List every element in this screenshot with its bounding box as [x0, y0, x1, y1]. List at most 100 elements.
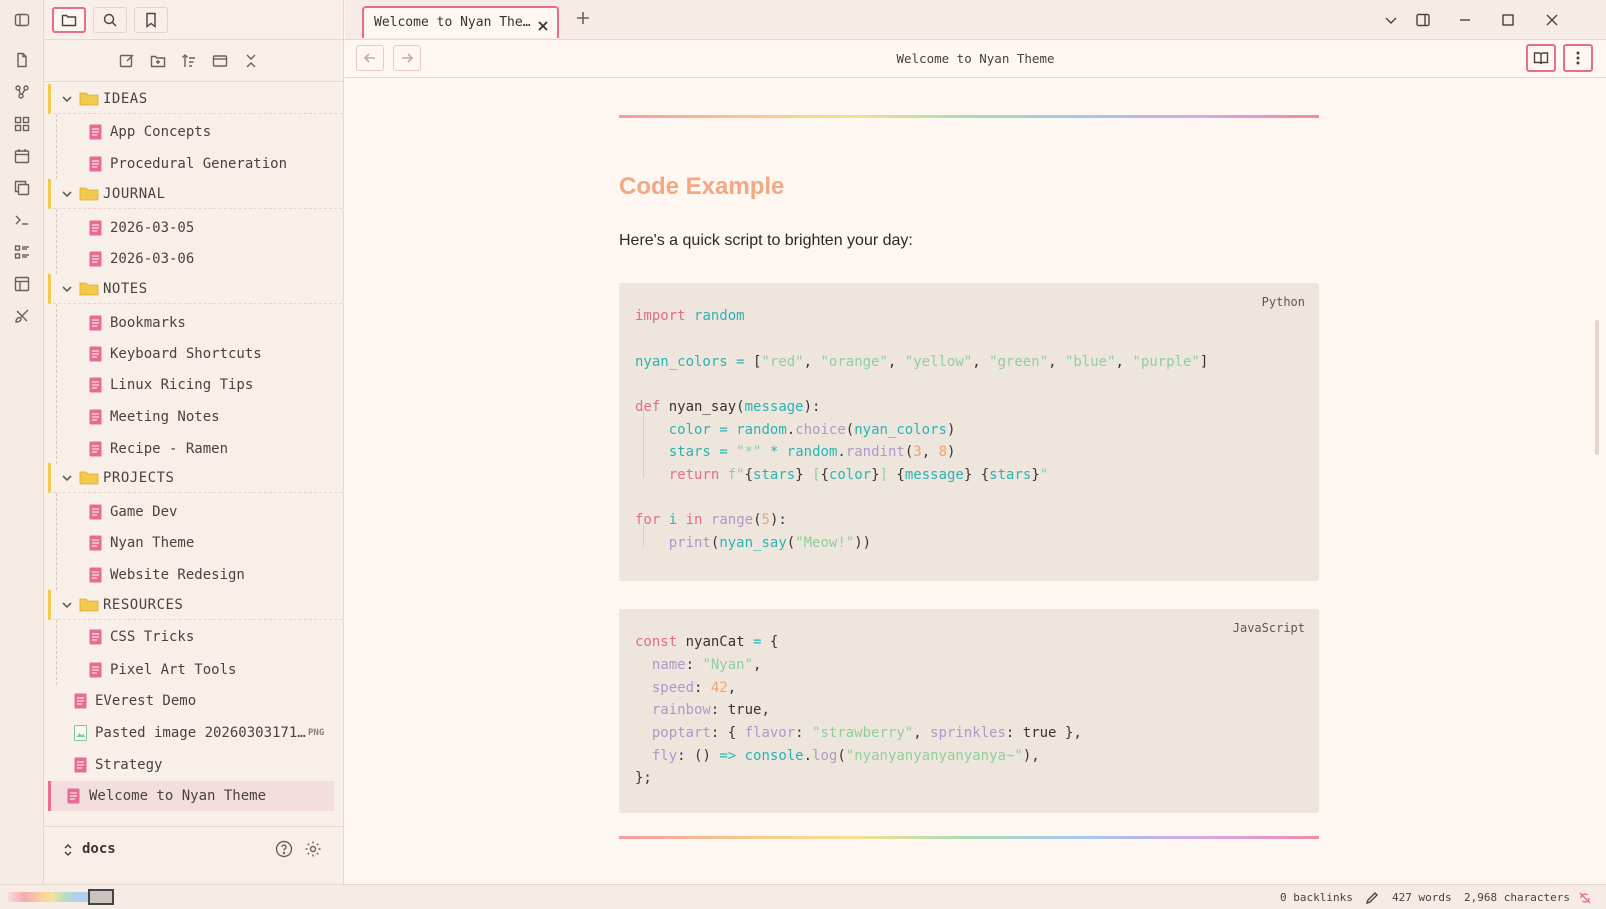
right-sidebar-toggle-icon[interactable] [1413, 10, 1433, 30]
collapse-icon [246, 54, 256, 68]
sort-icon [182, 54, 195, 67]
note-file-icon [89, 346, 102, 362]
folder-notes[interactable]: NOTES [48, 274, 342, 304]
maximize-icon[interactable] [1498, 10, 1518, 30]
status-bar: 0 backlinks 427 words 2,968 characters [0, 884, 1606, 909]
file-item-active[interactable]: Welcome to Nyan Theme [48, 781, 334, 811]
folder-icon [79, 281, 99, 296]
grid-icon[interactable] [12, 114, 32, 134]
sidebar-toggle-icon[interactable] [12, 10, 32, 30]
note-file-icon [89, 567, 102, 583]
file-item[interactable]: Website Redesign [44, 560, 344, 590]
folder-label: IDEAS [103, 90, 148, 107]
sync-off-icon[interactable] [1578, 890, 1592, 904]
backlinks-count[interactable]: 0 backlinks [1280, 891, 1353, 904]
settings-gear-icon[interactable] [304, 840, 324, 860]
file-item[interactable]: Bookmarks [44, 308, 344, 338]
code-line: print(nyan_say("Meow!")) [668, 535, 872, 551]
graph-icon[interactable] [12, 82, 32, 102]
file-item[interactable]: 2026-03-05 [44, 213, 344, 243]
folder-journal[interactable]: JOURNAL [48, 179, 342, 209]
auto-reveal-button[interactable] [210, 51, 230, 71]
image-file-icon [74, 725, 87, 741]
folder-icon [79, 470, 99, 485]
new-tab-plus-icon[interactable] [575, 10, 595, 30]
folder-label: PROJECTS [103, 469, 175, 486]
file-item[interactable]: CSS Tricks [44, 622, 344, 652]
search-tab[interactable] [93, 7, 127, 33]
code-line: }; [635, 770, 652, 786]
copy-icon[interactable] [12, 178, 32, 198]
nyan-progress-rainbow [8, 892, 88, 902]
reading-view-button[interactable] [1526, 44, 1556, 72]
folder-icon [79, 597, 99, 612]
pencil-icon[interactable] [1365, 890, 1379, 905]
new-note-button[interactable] [117, 51, 137, 71]
bookmark-icon [146, 12, 156, 28]
brush-icon[interactable] [12, 306, 32, 326]
vault-name[interactable]: docs [82, 841, 116, 857]
folder-resources[interactable]: RESOURCES [48, 590, 342, 620]
folder-projects[interactable]: PROJECTS [48, 463, 342, 493]
file-item[interactable]: App Concepts [44, 117, 344, 147]
chevron-down-icon[interactable] [61, 283, 73, 295]
code-line: poptart: { flavor: "strawberry", sprinkl… [651, 725, 1082, 741]
sort-button[interactable] [179, 51, 199, 71]
folder-plus-icon [150, 55, 166, 68]
folder-label: RESOURCES [103, 596, 184, 613]
chevron-down-icon[interactable] [61, 188, 73, 200]
folder-ideas[interactable]: IDEAS [48, 84, 342, 114]
terminal-icon[interactable] [12, 210, 32, 230]
file-type-badge: PNG [308, 728, 325, 738]
list-icon[interactable] [12, 242, 32, 262]
help-icon[interactable] [275, 840, 295, 860]
file-label: 2026-03-05 [110, 220, 195, 236]
new-folder-button[interactable] [148, 51, 168, 71]
content-scrollbar[interactable] [1595, 320, 1599, 455]
chevron-down-icon[interactable] [61, 472, 73, 484]
folder-icon [79, 91, 99, 106]
nyan-cat-icon [88, 889, 114, 905]
close-icon[interactable] [537, 17, 549, 31]
tab-list-chevron-icon[interactable] [1381, 10, 1401, 30]
file-item[interactable]: Recipe - Ramen [44, 434, 344, 464]
note-file-icon [89, 315, 102, 331]
chevron-down-icon[interactable] [61, 93, 73, 105]
file-item[interactable]: Keyboard Shortcuts [44, 339, 344, 369]
file-item[interactable]: Pixel Art Tools [44, 655, 344, 685]
file-item[interactable]: Linux Ricing Tips [44, 370, 344, 400]
note-file-icon [89, 504, 102, 520]
file-item[interactable]: 2026-03-06 [44, 244, 344, 274]
chevron-updown-icon[interactable] [62, 842, 74, 858]
minimize-icon[interactable] [1455, 10, 1475, 30]
file-item[interactable]: Game Dev [44, 497, 344, 527]
note-file-icon [89, 377, 102, 393]
note-file-icon [89, 441, 102, 457]
code-line: color = random.choice(nyan_colors) [668, 422, 956, 438]
folder-label: JOURNAL [103, 185, 166, 202]
files-tab[interactable] [52, 7, 86, 33]
file-item[interactable]: Strategy [44, 750, 344, 780]
section-heading: Code Example [619, 173, 785, 200]
template-icon[interactable] [12, 274, 32, 294]
file-item[interactable]: Nyan Theme [44, 528, 344, 558]
more-options-button[interactable] [1563, 44, 1593, 72]
chevron-down-icon[interactable] [61, 599, 73, 611]
file-item[interactable]: Procedural Generation [44, 149, 344, 179]
file-item[interactable]: EVerest Demo [44, 686, 344, 716]
file-item[interactable]: Pasted image 20260303171… PNG [44, 718, 344, 748]
file-label: Linux Ricing Tips [110, 377, 254, 393]
rainbow-divider [619, 836, 1319, 839]
view-title[interactable]: Welcome to Nyan Theme [345, 51, 1606, 66]
window-close-icon[interactable] [1542, 10, 1562, 30]
note-file-icon [89, 251, 102, 267]
file-item[interactable]: Meeting Notes [44, 402, 344, 432]
folder-icon [61, 14, 77, 27]
calendar-icon[interactable] [12, 146, 32, 166]
file-label: Strategy [95, 757, 163, 773]
sidebar-tab-strip [44, 0, 344, 40]
collapse-all-button[interactable] [241, 51, 261, 71]
new-note-icon[interactable] [12, 50, 32, 70]
tab-welcome[interactable]: Welcome to Nyan The… [362, 6, 559, 38]
bookmarks-tab[interactable] [134, 7, 168, 33]
